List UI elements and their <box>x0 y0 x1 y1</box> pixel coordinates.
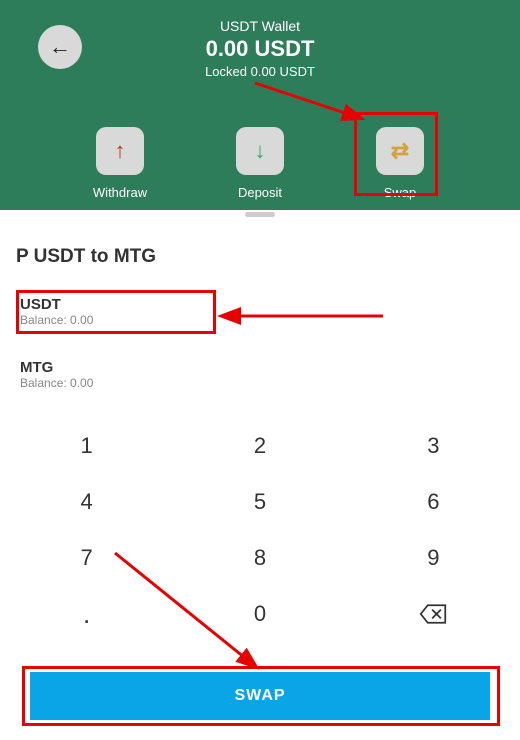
swap-title: P USDT to MTG <box>0 246 520 292</box>
screen: ← USDT Wallet 0.00 USDT Locked 0.00 USDT… <box>0 0 520 740</box>
swap-action-button[interactable]: ⇄ Swap <box>360 127 440 200</box>
from-token-symbol: USDT <box>20 296 500 313</box>
from-token-balance: Balance: 0.00 <box>20 313 500 327</box>
keypad-4[interactable]: 4 <box>0 474 173 530</box>
keypad-3[interactable]: 3 <box>347 418 520 474</box>
arrow-down-icon: ↓ <box>236 127 284 175</box>
withdraw-button[interactable]: ↑ Withdraw <box>80 127 160 200</box>
wallet-name: USDT Wallet <box>0 18 520 34</box>
back-button[interactable]: ← <box>38 25 82 69</box>
swap-body: P USDT to MTG USDT Balance: 0.00 MTG Bal… <box>0 210 520 642</box>
to-token-block[interactable]: MTG Balance: 0.00 <box>0 355 520 398</box>
from-token-block[interactable]: USDT Balance: 0.00 <box>0 292 520 335</box>
deposit-label: Deposit <box>238 185 282 200</box>
to-token-symbol: MTG <box>20 359 500 376</box>
action-row: ↑ Withdraw ↓ Deposit ⇄ Swap <box>0 127 520 200</box>
swap-submit-button[interactable]: SWAP <box>30 672 490 720</box>
arrow-up-icon: ↑ <box>96 127 144 175</box>
wallet-header: ← USDT Wallet 0.00 USDT Locked 0.00 USDT… <box>0 0 520 210</box>
withdraw-label: Withdraw <box>93 185 147 200</box>
keypad-8[interactable]: 8 <box>173 530 346 586</box>
arrow-left-icon: ← <box>49 34 71 60</box>
keypad-1[interactable]: 1 <box>0 418 173 474</box>
keypad-6[interactable]: 6 <box>347 474 520 530</box>
keypad-9[interactable]: 9 <box>347 530 520 586</box>
swap-label: Swap <box>384 185 417 200</box>
keypad-5[interactable]: 5 <box>173 474 346 530</box>
drag-handle[interactable] <box>245 212 275 217</box>
keypad-backspace[interactable] <box>347 586 520 642</box>
deposit-button[interactable]: ↓ Deposit <box>220 127 300 200</box>
swap-icon: ⇄ <box>376 127 424 175</box>
wallet-locked: Locked 0.00 USDT <box>0 64 520 79</box>
spacer <box>0 335 520 355</box>
backspace-icon <box>419 603 447 625</box>
keypad-0[interactable]: 0 <box>173 586 346 642</box>
keypad-dot[interactable]: . <box>0 586 173 642</box>
keypad-2[interactable]: 2 <box>173 418 346 474</box>
numeric-keypad: 1 2 3 4 5 6 7 8 9 . 0 <box>0 418 520 642</box>
to-token-balance: Balance: 0.00 <box>20 376 500 390</box>
keypad-7[interactable]: 7 <box>0 530 173 586</box>
